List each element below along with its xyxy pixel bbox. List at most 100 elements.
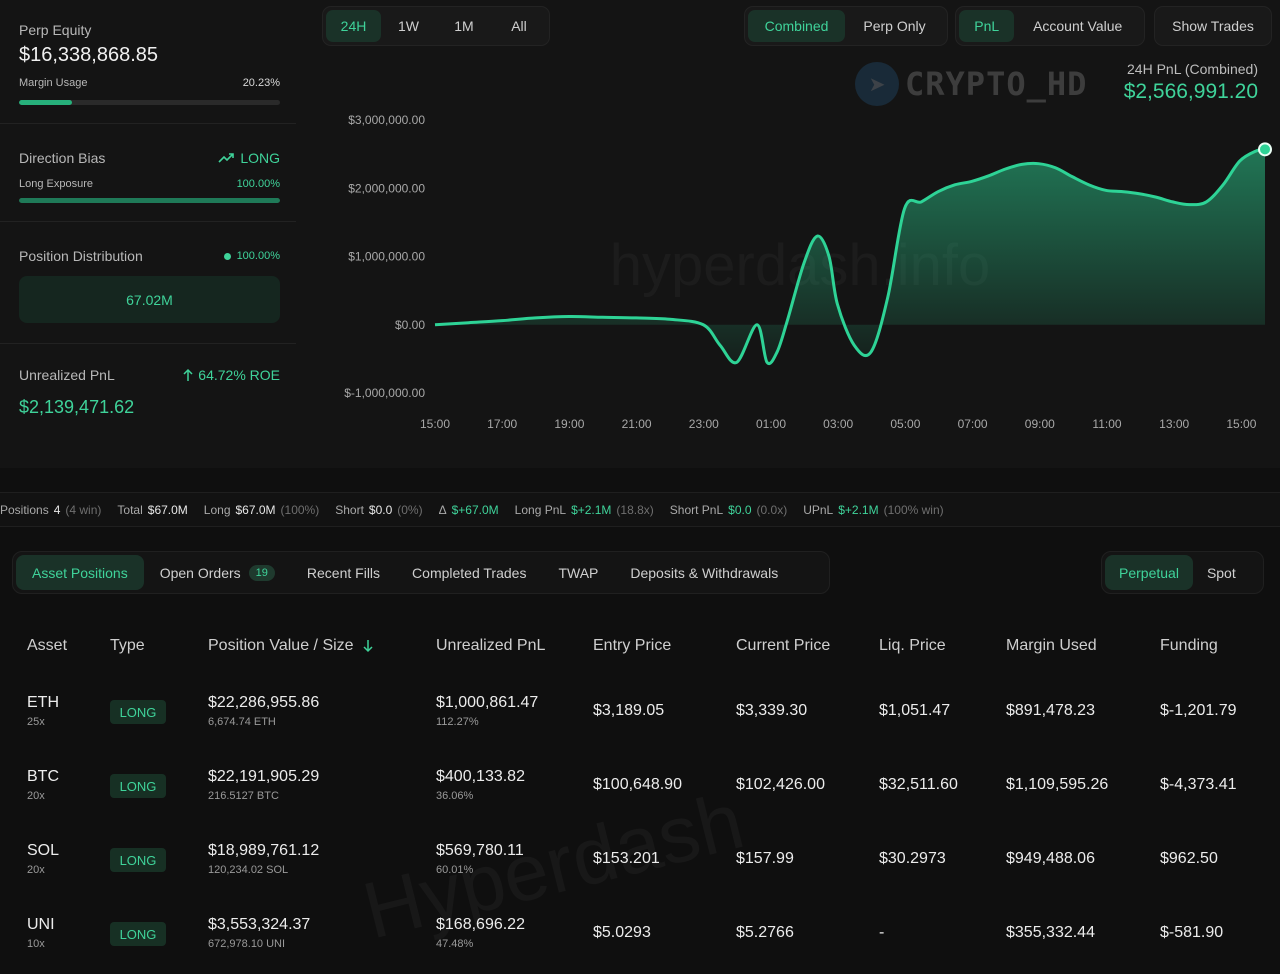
table-row[interactable]: SOL 20x LONG $18,989,761.12 120,234.02 S… [0,822,1280,896]
column-header[interactable]: Margin Used [1006,637,1097,655]
tab-combined[interactable]: Combined [748,10,846,42]
unrealized-pnl: $1,000,861.47 [436,694,539,711]
long-exposure-value: 100.00% [236,178,280,190]
show-trades-button[interactable]: Show Trades [1158,10,1268,42]
column-header[interactable]: Type [110,637,145,655]
stat-value: $+2.1M [838,502,879,517]
column-header[interactable]: Funding [1160,637,1218,655]
tab-all[interactable]: All [492,10,546,42]
show-trades-toggle[interactable]: Show Trades [1154,6,1272,46]
stat-value: $0.0 [728,502,752,517]
position-value-cell: $18,989,761.12 120,234.02 SOL [208,842,319,876]
unrealized-pnl-label: Unrealized PnL [19,367,115,383]
dot-icon [223,252,231,260]
tab-perp-only[interactable]: Perp Only [845,10,944,42]
stat-item: Δ $+67.0M [439,503,499,517]
unrealized-pnl: $168,696.22 [436,916,525,933]
table-header: Asset Type Position Value / Size Unreali… [0,620,1280,674]
asset-symbol[interactable]: ETH [27,694,59,712]
tab-twap[interactable]: TWAP [542,555,614,590]
x-tick-label: 07:00 [958,417,988,431]
tab-completed-trades[interactable]: Completed Trades [396,555,542,590]
tab-recent-fills[interactable]: Recent Fills [291,555,396,590]
stat-item: UPnL $+2.1M (100% win) [803,503,943,517]
direction-bias-label: Direction Bias [19,150,106,166]
stat-label: Long [203,502,231,517]
tab-1w[interactable]: 1W [381,10,436,42]
table-row[interactable]: ETH 25x LONG $22,286,955.86 6,674.74 ETH… [0,674,1280,748]
tab-account-value[interactable]: Account Value [1014,10,1141,42]
x-tick-label: 05:00 [890,417,920,431]
tab-pnl[interactable]: PnL [959,10,1015,42]
tab-open-orders[interactable]: Open Orders 19 [144,555,291,590]
position-value: $3,553,324.37 [208,916,311,933]
table-row[interactable]: UNI 10x LONG $3,553,324.37 672,978.10 UN… [0,896,1280,970]
x-tick-label: 15:00 [1226,417,1256,431]
divider [0,343,296,344]
unrealized-pnl: $400,133.82 [436,768,525,785]
x-tick-label: 17:00 [487,417,517,431]
tab-label: Open Orders [159,564,241,581]
tab-spot[interactable]: Spot [1193,555,1250,590]
divider [0,123,296,124]
x-tick-label: 19:00 [554,417,584,431]
column-header[interactable]: Asset [27,637,67,655]
position-value-cell: $22,191,905.29 216.5127 BTC [208,768,319,802]
unrealized-pnl-pct: 47.48% [436,938,474,950]
chart-header-label: 24H PnL (Combined) [1127,61,1258,77]
stat-label: Positions [0,502,49,517]
tab-1m[interactable]: 1M [436,10,492,42]
pnl-chart[interactable]: hyperdash.info $3,000,000.00$2,000,000.0… [330,100,1275,440]
tab-label: Recent Fills [306,564,381,581]
asset-symbol[interactable]: SOL [27,842,59,860]
funding: $962.50 [1160,850,1218,867]
position-type-badge: LONG [110,848,166,872]
x-tick-label: 03:00 [823,417,853,431]
entry-price: $5.0293 [593,924,651,941]
tab-label: TWAP [558,564,599,581]
stat-label: Long PnL [514,502,567,517]
column-header[interactable]: Entry Price [593,637,671,655]
funding: $-581.90 [1160,924,1224,941]
x-tick-label: 15:00 [420,417,450,431]
column-header[interactable]: Liq. Price [879,637,946,655]
margin-usage-label: Margin Usage [19,77,88,89]
asset-leverage: 25x [27,716,45,728]
x-tick-label: 21:00 [622,417,652,431]
asset-symbol[interactable]: UNI [27,916,55,934]
liquidation-price: $32,511.60 [879,776,958,793]
stat-value: $+2.1M [571,502,612,517]
tab-deposits-withdrawals[interactable]: Deposits & Withdrawals [614,555,794,590]
current-price: $5.2766 [736,924,794,941]
column-header[interactable]: Current Price [736,637,830,655]
roe-value: 64.72% ROE [198,367,280,383]
open-orders-count-badge: 19 [248,564,275,581]
asset-symbol[interactable]: BTC [27,768,59,786]
y-tick-label: $1,000,000.00 [348,250,425,264]
tab-24h[interactable]: 24H [326,10,381,42]
stat-detail: (0.0x) [756,502,788,517]
position-value: $22,191,905.29 [208,768,320,785]
tab-perpetual[interactable]: Perpetual [1105,555,1193,590]
y-tick-label: $-1,000,000.00 [344,386,425,400]
position-distribution-value: 67.02M [126,291,173,308]
entry-price: $3,189.05 [593,702,665,719]
stat-label: Δ [438,502,447,517]
liquidation-price: $30.2973 [879,850,946,867]
stat-label: Total [117,502,143,517]
tab-asset-positions[interactable]: Asset Positions [16,555,144,590]
entry-price: $100,648.90 [593,776,682,793]
column-header[interactable]: Unrealized PnL [436,637,545,655]
position-value-cell: $22,286,955.86 6,674.74 ETH [208,694,319,728]
position-distribution-bar[interactable]: 67.02M [19,276,280,323]
positions-stats-bar: Positions 4 (4 win) Total $67.0M Long $67.0M (1… [0,492,1280,527]
table-row[interactable]: BTC 20x LONG $22,191,905.29 216.5127 BTC… [0,748,1280,822]
stat-item: Positions 4 (4 win) [0,503,101,517]
stat-label: Short [335,502,364,517]
stat-value: 4 [53,502,61,517]
x-axis: 15:00 17:00 19:00 21:00 23:00 01:00 03:00 05:00… [420,417,1257,431]
position-type-badge: LONG [110,700,166,724]
column-header-position-value[interactable]: Position Value / Size [208,637,374,655]
position-value-cell: $3,553,324.37 672,978.10 UNI [208,916,310,950]
margin-used: $355,332.44 [1006,924,1095,941]
